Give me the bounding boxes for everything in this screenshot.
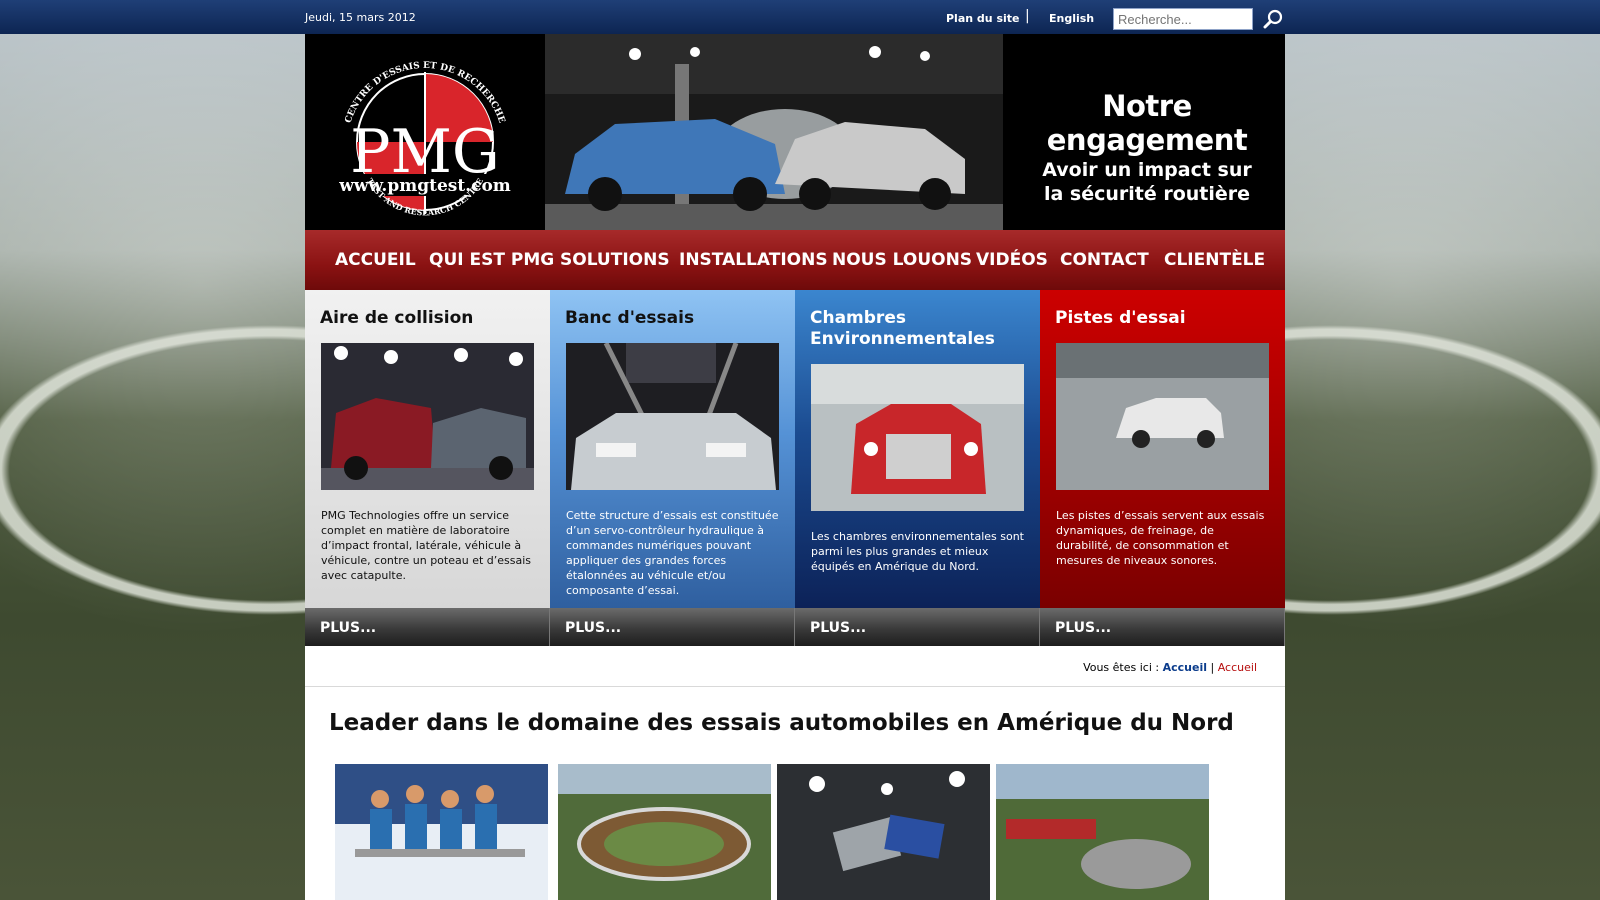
more-link[interactable]: PLUS... — [810, 620, 866, 636]
language-link[interactable]: English — [1049, 12, 1094, 25]
slogan-line-2: la sécurité routière — [1043, 183, 1251, 205]
background-aerial-right — [1283, 34, 1600, 900]
environmental-chamber-photo — [811, 364, 1024, 511]
test-track-photo — [1056, 343, 1269, 490]
card-description: Les chambres environnementales sont parm… — [811, 530, 1024, 573]
service-card-test-bench: Banc d'essais Cette structure d’essais e… — [550, 290, 795, 608]
card-more-environmental[interactable]: PLUS... — [795, 608, 1040, 646]
svg-text:www.pmgtest.com: www.pmgtest.com — [338, 176, 511, 196]
card-more-collision[interactable]: PLUS... — [305, 608, 550, 646]
more-link[interactable]: PLUS... — [320, 620, 376, 636]
main-container: CENTRE D'ESSAIS ET DE RECHERCHE PMG www.… — [305, 34, 1285, 900]
content-divider — [305, 686, 1285, 687]
breadcrumb-home-link[interactable]: Accueil — [1163, 661, 1207, 674]
card-more-test-tracks[interactable]: PLUS... — [1040, 608, 1285, 646]
top-bar: Jeudi, 15 mars 2012 Plan du site | Engli… — [0, 0, 1600, 34]
facility-aerial-photo[interactable] — [996, 764, 1209, 900]
nav-installations[interactable]: INSTALLATIONS — [679, 250, 828, 270]
breadcrumb-prefix: Vous êtes ici : — [1083, 661, 1160, 674]
sitemap-link[interactable]: Plan du site — [946, 12, 1020, 25]
search-icon[interactable] — [1262, 8, 1284, 30]
pmg-logo[interactable]: CENTRE D'ESSAIS ET DE RECHERCHE PMG www.… — [325, 54, 525, 224]
search-input[interactable] — [1113, 8, 1253, 30]
slogan: Notre engagement Avoir un impact sur la … — [1017, 89, 1277, 205]
aerial-test-track-photo[interactable] — [558, 764, 771, 900]
card-description: Cette structure d’essais est constituée … — [566, 509, 779, 597]
nav-solutions[interactable]: SOLUTIONS — [560, 250, 670, 270]
card-more-test-bench[interactable]: PLUS... — [550, 608, 795, 646]
service-card-collision: Aire de collision PMG Technologies offre… — [305, 290, 550, 608]
more-link[interactable]: PLUS... — [1055, 620, 1111, 636]
slogan-line-1: Avoir un impact sur — [1042, 159, 1252, 181]
more-link[interactable]: PLUS... — [565, 620, 621, 636]
breadcrumb-separator: | — [1210, 661, 1215, 674]
collision-area-photo — [321, 343, 534, 490]
crash-overhead-photo[interactable] — [777, 764, 990, 900]
nav-nous-louons[interactable]: NOUS LOUONS — [832, 250, 972, 270]
breadcrumb-current[interactable]: Accueil — [1218, 661, 1257, 674]
crash-dummies-photo[interactable] — [335, 764, 548, 900]
current-date: Jeudi, 15 mars 2012 — [305, 11, 416, 24]
nav-videos[interactable]: VIDÉOS — [976, 250, 1048, 270]
card-title: Chambres Environnementales — [810, 308, 995, 349]
service-card-test-tracks: Pistes d'essai Les pistes d’essais serve… — [1040, 290, 1285, 608]
card-description: Les pistes d’essais servent aux essais d… — [1056, 509, 1265, 567]
card-title: Pistes d'essai — [1055, 308, 1186, 328]
main-nav: ACCUEIL QUI EST PMG SOLUTIONS INSTALLATI… — [305, 230, 1285, 290]
nav-qui-est-pmg[interactable]: QUI EST PMG — [429, 250, 554, 270]
card-description: PMG Technologies offre un service comple… — [321, 509, 532, 582]
nav-contact[interactable]: CONTACT — [1060, 250, 1149, 270]
card-title: Banc d'essais — [565, 308, 695, 328]
card-title: Aire de collision — [320, 308, 474, 328]
test-bench-photo — [566, 343, 779, 490]
crash-test-photo — [545, 34, 1003, 230]
top-separator: | — [1025, 8, 1030, 24]
background-aerial-left — [0, 34, 306, 900]
breadcrumb: Vous êtes ici : Accueil | Accueil — [1083, 661, 1257, 674]
header-banner: CENTRE D'ESSAIS ET DE RECHERCHE PMG www.… — [305, 34, 1285, 230]
page-headline: Leader dans le domaine des essais automo… — [329, 710, 1234, 736]
slogan-title: Notre engagement — [1046, 89, 1248, 157]
nav-accueil[interactable]: ACCUEIL — [335, 250, 416, 270]
nav-clientele[interactable]: CLIENTÈLE — [1164, 250, 1265, 270]
service-card-environmental: Chambres Environnementales Les chambres … — [795, 290, 1040, 608]
